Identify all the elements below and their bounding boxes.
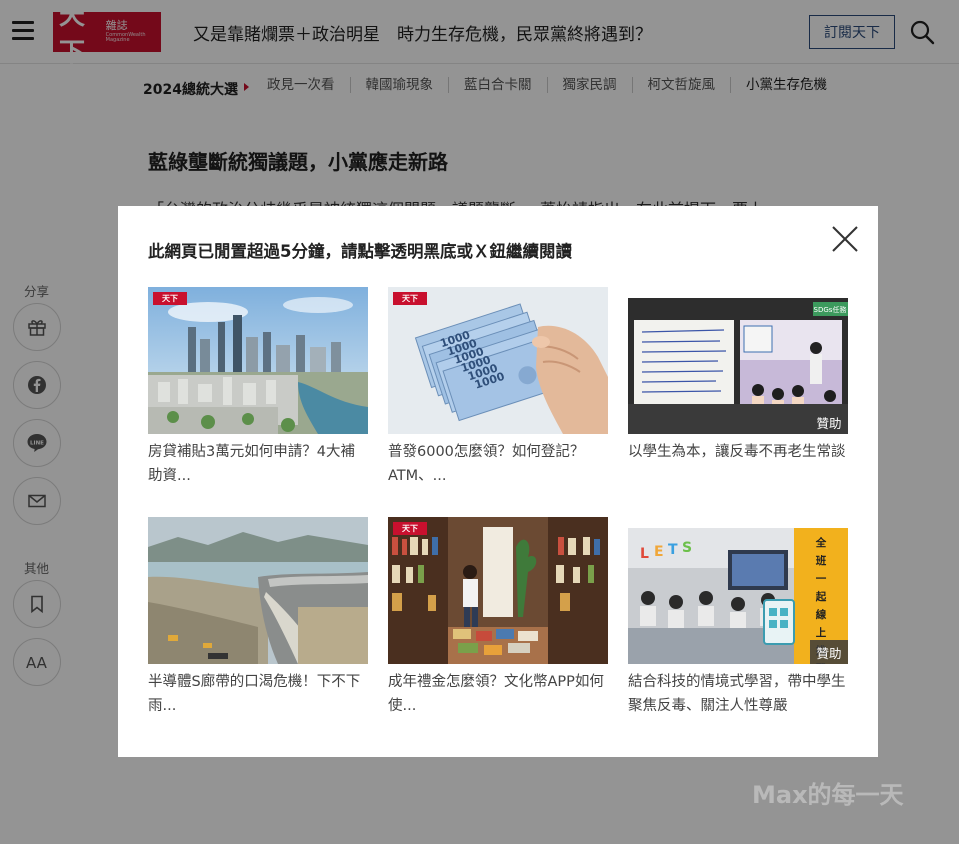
brand-logo-icon: 天下 <box>393 522 427 535</box>
recommend-card[interactable]: 1000 1000 1000 1000 1000 1000 天下 普發6000怎… <box>388 287 608 487</box>
card-caption[interactable]: 成年禮金怎麼領？文化幣APP如何使... <box>388 670 608 718</box>
card-caption[interactable]: 以學生為本，讓反毒不再老生常談 <box>628 440 848 464</box>
reservoir-image <box>148 517 368 664</box>
card-caption[interactable]: 普發6000怎麼領？如何登記？ATM、... <box>388 440 608 488</box>
brand-logo-icon: 天下 <box>393 292 427 305</box>
svg-text:L: L <box>640 546 649 562</box>
recommend-card[interactable]: 半導體S廊帶的口渴危機！下不下雨... <box>148 517 368 717</box>
recommend-card[interactable]: LE TS 全班一起線上挑戰 贊助 結合科技的情境式學習，帶中學生聚焦反毒、關注… <box>628 528 848 718</box>
recommend-card[interactable]: 天下 成年禮金怎麼領？文化幣APP如何使... <box>388 517 608 717</box>
card-thumbnail: LE TS 全班一起線上挑戰 贊助 <box>628 528 848 664</box>
city-skyline-image <box>148 287 368 434</box>
banknotes-image: 1000 1000 1000 1000 1000 1000 <box>388 287 608 434</box>
card-thumbnail: 天下 <box>388 517 608 664</box>
sponsored-badge: 贊助 <box>810 640 848 664</box>
recommend-card[interactable]: 天下 房貸補貼3萬元如何申請？4大補助資... <box>148 287 368 487</box>
sponsored-badge: 贊助 <box>810 410 848 434</box>
card-caption[interactable]: 結合科技的情境式學習，帶中學生聚焦反毒、關注人性尊嚴 <box>628 670 848 718</box>
svg-text:T: T <box>668 542 678 558</box>
watermark-text: Max的每一天 <box>752 781 904 809</box>
card-caption[interactable]: 半導體S廊帶的口渴危機！下不下雨... <box>148 670 368 718</box>
card-thumbnail: 天下 <box>148 287 368 434</box>
modal-title: 此網頁已閒置超過5分鐘，請點擊透明黑底或Ｘ鈕繼續閱讀 <box>148 242 572 261</box>
card-caption[interactable]: 房貸補貼3萬元如何申請？4大補助資... <box>148 440 368 488</box>
card-thumbnail <box>148 517 368 664</box>
close-icon[interactable] <box>830 224 860 254</box>
card-thumbnail: SDGs任務 贊助 <box>628 298 848 434</box>
idle-modal: 此網頁已閒置超過5分鐘，請點擊透明黑底或Ｘ鈕繼續閱讀 天下 房貸補貼3萬元如何申… <box>118 206 878 757</box>
svg-text:S: S <box>682 540 692 556</box>
bookstore-image <box>388 517 608 664</box>
brand-logo-icon: 天下 <box>153 292 187 305</box>
svg-text:SDGs任務: SDGs任務 <box>814 305 847 314</box>
card-thumbnail: 1000 1000 1000 1000 1000 1000 天下 <box>388 287 608 434</box>
svg-text:E: E <box>654 544 664 560</box>
recommend-card[interactable]: SDGs任務 贊助 以學生為本，讓反毒不再老生常談 <box>628 298 848 488</box>
